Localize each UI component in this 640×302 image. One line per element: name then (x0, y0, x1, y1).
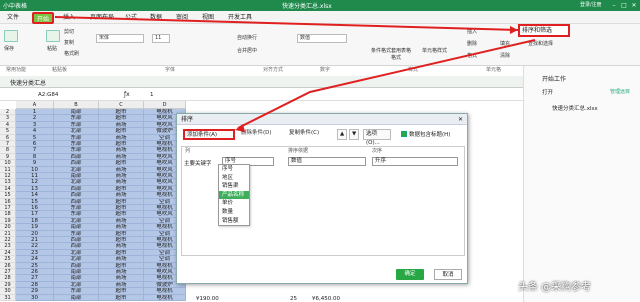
watermark: 头条 @采购参考 (518, 282, 592, 293)
annotation-arrows (54, 16, 536, 132)
arrow-home-to-sort (54, 16, 519, 31)
arrow-sort-to-dialog (237, 39, 536, 129)
arrow-head-1 (510, 26, 518, 34)
